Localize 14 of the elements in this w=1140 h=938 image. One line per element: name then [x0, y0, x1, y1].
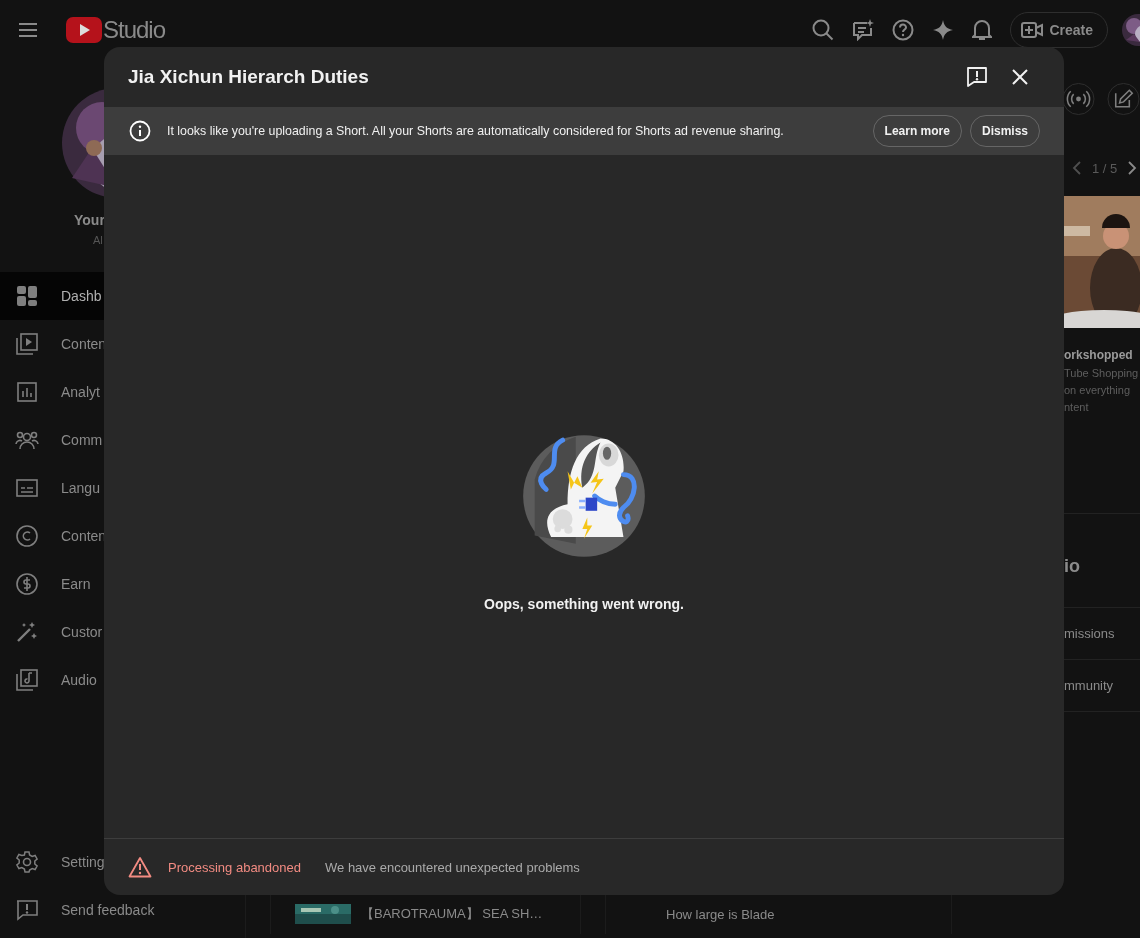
notice-text: It looks like you're uploading a Short. All your Shorts are automatically considered for Shorts ad revenue sharing. — [167, 124, 785, 138]
card-title: orkshopped — [1064, 348, 1134, 362]
app-logo-text: Studio — [103, 16, 166, 44]
status-message: We have encountered unexpected problems — [325, 859, 580, 875]
page-counter: 1 / 5 — [1092, 160, 1118, 176]
card-description-line: Tube Shopping — [1064, 367, 1140, 379]
channel-name: Your — [74, 212, 106, 228]
status-label: Processing abandoned — [168, 859, 301, 875]
dialog-title: Jia Xichun Hierarch Duties — [128, 66, 370, 88]
card-description-line: ntent — [1064, 401, 1090, 413]
section-title: io — [1064, 556, 1081, 577]
error-message: Oops, something went wrong. — [484, 595, 684, 612]
channel-subtitle: Al — [93, 234, 104, 246]
card-description-line: on everything — [1064, 384, 1132, 396]
